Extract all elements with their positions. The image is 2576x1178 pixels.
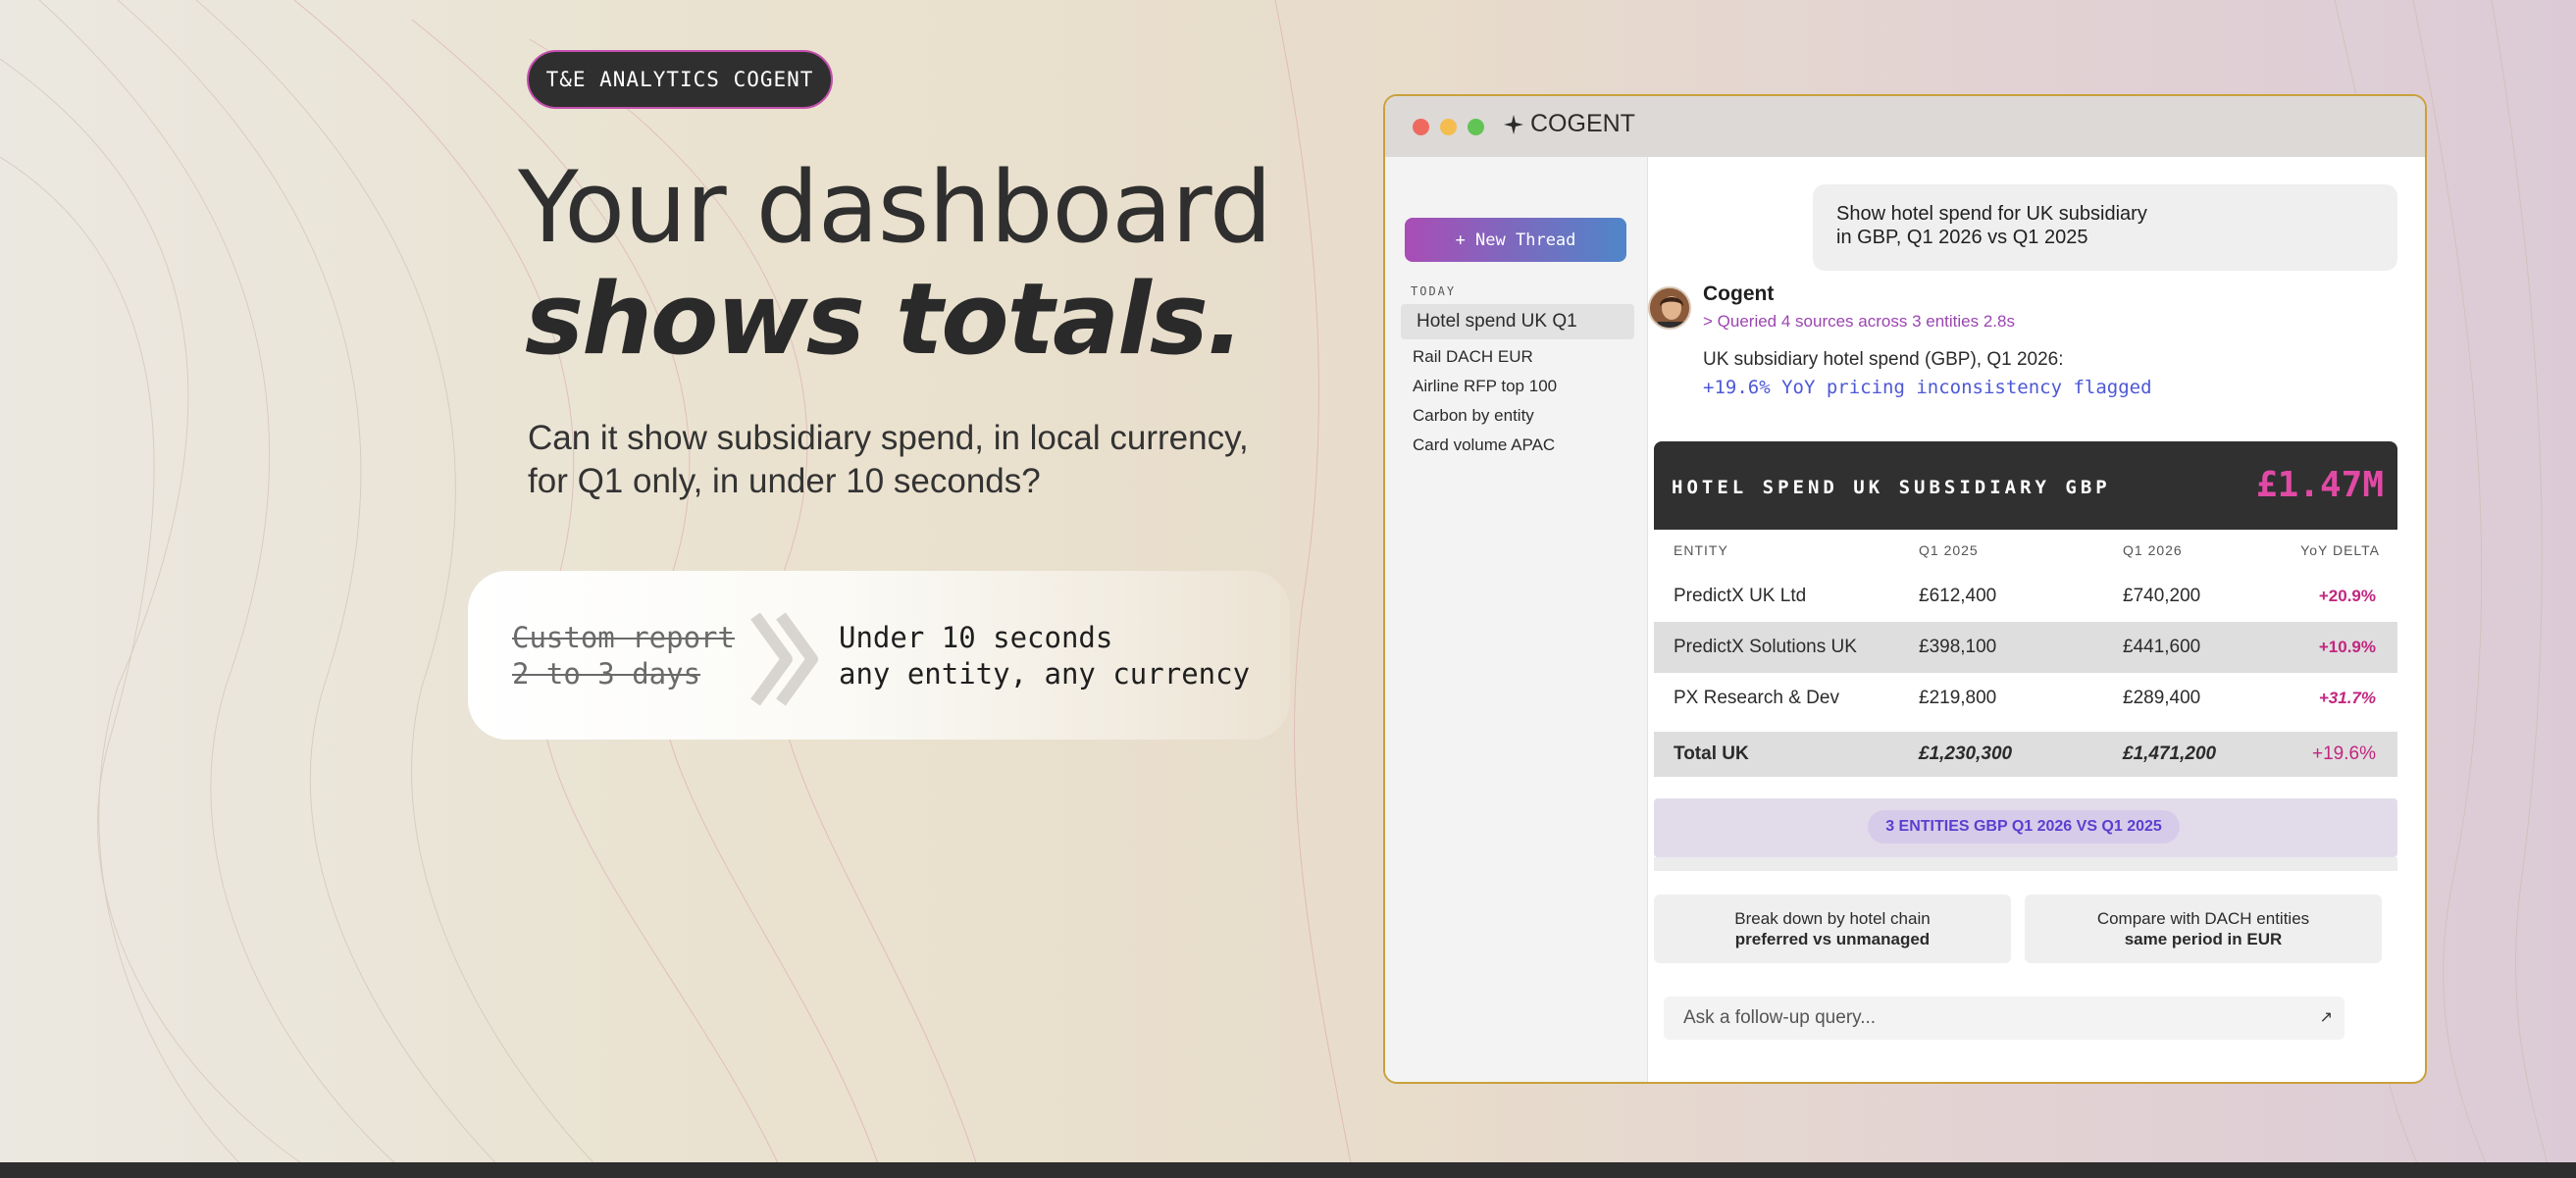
arrow-up-right-icon[interactable]: ↗ (2320, 1007, 2333, 1027)
old-process: Custom report 2 to 3 days (512, 620, 735, 692)
summary-divider (1654, 857, 2397, 871)
suggestion-dach-button[interactable]: Compare with DACH entities same period i… (2025, 895, 2382, 963)
total-delta-cell: +19.6% (2312, 743, 2376, 764)
table-row: PredictX Solutions UK £398,100 £441,600 … (1654, 622, 2397, 673)
user-message-line-2: in GBP, Q1 2026 vs Q1 2025 (1836, 227, 2088, 248)
column-header-q1-2025: Q1 2025 (1919, 542, 1979, 558)
result-title: HOTEL SPEND UK SUBSIDIARY GBP (1672, 477, 2111, 498)
sidebar: + New Thread TODAY Hotel spend UK Q1 Rai… (1385, 157, 1648, 1082)
headline-line-1: Your dashboard (518, 149, 1272, 265)
followup-placeholder: Ask a follow-up query... (1683, 1007, 1877, 1028)
column-header-entity: ENTITY (1674, 542, 1728, 558)
total-q1-2025-cell: £1,230,300 (1919, 743, 2013, 764)
bot-name: Cogent (1703, 282, 1775, 305)
app-window: COGENT + New Thread TODAY Hotel spend UK… (1383, 94, 2427, 1084)
chat-panel: Show hotel spend for UK subsidiary in GB… (1648, 157, 2425, 1082)
delta-cell: +10.9% (2318, 638, 2376, 656)
total-entity-cell: Total UK (1674, 743, 1749, 764)
headline-line-2: shows totals. (525, 261, 1244, 377)
result-total-value: £1.47M (2255, 465, 2384, 505)
delta-cell: +31.7% (2318, 689, 2376, 707)
user-message-line-1: Show hotel spend for UK subsidiary (1836, 203, 2147, 225)
user-message: Show hotel spend for UK subsidiary in GB… (1813, 184, 2397, 271)
q1-2026-cell: £740,200 (2123, 586, 2201, 606)
column-header-q1-2026: Q1 2026 (2123, 542, 2183, 558)
table-total-row: Total UK £1,230,300 £1,471,200 +19.6% (1654, 732, 2397, 777)
delta-cell: +20.9% (2318, 587, 2376, 605)
q1-2026-cell: £289,400 (2123, 688, 2201, 708)
summary-badge: 3 ENTITIES GBP Q1 2026 VS Q1 2025 (1868, 810, 2180, 844)
table-header: ENTITY Q1 2025 Q1 2026 YoY DELTA (1654, 530, 2397, 571)
bot-response-highlight: +19.6% YoY pricing inconsistency flagged (1703, 377, 2152, 398)
table-row: PredictX UK Ltd £612,400 £740,200 +20.9% (1654, 571, 2397, 622)
total-q1-2026-cell: £1,471,200 (2123, 743, 2217, 764)
brand-name: COGENT (1530, 110, 1635, 137)
new-process-line-2: any entity, any currency (839, 657, 1251, 691)
table-row: PX Research & Dev £219,800 £289,400 +31.… (1654, 673, 2397, 724)
double-chevron-icon (750, 612, 818, 706)
bot-response-text: UK subsidiary hotel spend (GBP), Q1 2026… (1703, 349, 2064, 370)
suggestion-line-2: preferred vs unmanaged (1734, 930, 1931, 948)
app-brand: COGENT (1503, 110, 1635, 138)
minimize-window-button[interactable] (1440, 119, 1457, 135)
result-header: HOTEL SPEND UK SUBSIDIARY GBP £1.47M (1654, 441, 2397, 530)
old-process-line-2: 2 to 3 days (512, 657, 701, 691)
comparison-card: Custom report 2 to 3 days Under 10 secon… (468, 571, 1290, 740)
sidebar-section-today: TODAY (1411, 284, 1457, 298)
footer-bar (0, 1162, 2576, 1178)
q1-2025-cell: £612,400 (1919, 586, 1997, 606)
suggestion-line-1: Compare with DACH entities (2096, 909, 2310, 928)
sidebar-thread-hotel-spend[interactable]: Hotel spend UK Q1 (1401, 304, 1634, 339)
sidebar-thread-card-volume[interactable]: Card volume APAC (1401, 428, 1634, 463)
results-table: ENTITY Q1 2025 Q1 2026 YoY DELTA Predict… (1654, 530, 2397, 777)
suggestion-line-2: same period in EUR (2124, 930, 2283, 948)
entity-cell: PX Research & Dev (1674, 688, 1839, 708)
close-window-button[interactable] (1413, 119, 1429, 135)
subheadline: Can it show subsidiary spend, in local c… (528, 419, 1249, 500)
suggestion-line-1: Break down by hotel chain (1734, 909, 1931, 928)
q1-2026-cell: £441,600 (2123, 637, 2201, 657)
product-tag: T&E ANALYTICS COGENT (527, 50, 833, 109)
followup-input[interactable]: Ask a follow-up query... ↗ (1664, 997, 2344, 1040)
query-meta[interactable]: > Queried 4 sources across 3 entities 2.… (1703, 312, 2015, 332)
title-bar: COGENT (1385, 96, 2425, 157)
q1-2025-cell: £398,100 (1919, 637, 1997, 657)
old-process-line-1: Custom report (512, 621, 735, 654)
bot-avatar (1648, 286, 1691, 330)
suggestion-hotel-chain-button[interactable]: Break down by hotel chain preferred vs u… (1654, 895, 2011, 963)
new-process: Under 10 seconds any entity, any currenc… (839, 620, 1250, 692)
q1-2025-cell: £219,800 (1919, 688, 1997, 708)
new-thread-button[interactable]: + New Thread (1405, 218, 1626, 262)
column-header-yoy-delta: YoY DELTA (2300, 542, 2380, 558)
entity-cell: PredictX Solutions UK (1674, 637, 1857, 657)
sparkle-icon (1504, 114, 1523, 134)
maximize-window-button[interactable] (1468, 119, 1484, 135)
entity-cell: PredictX UK Ltd (1674, 586, 1807, 606)
result-summary-bar: 3 ENTITIES GBP Q1 2026 VS Q1 2025 (1654, 798, 2397, 857)
new-process-line-1: Under 10 seconds (839, 621, 1113, 654)
